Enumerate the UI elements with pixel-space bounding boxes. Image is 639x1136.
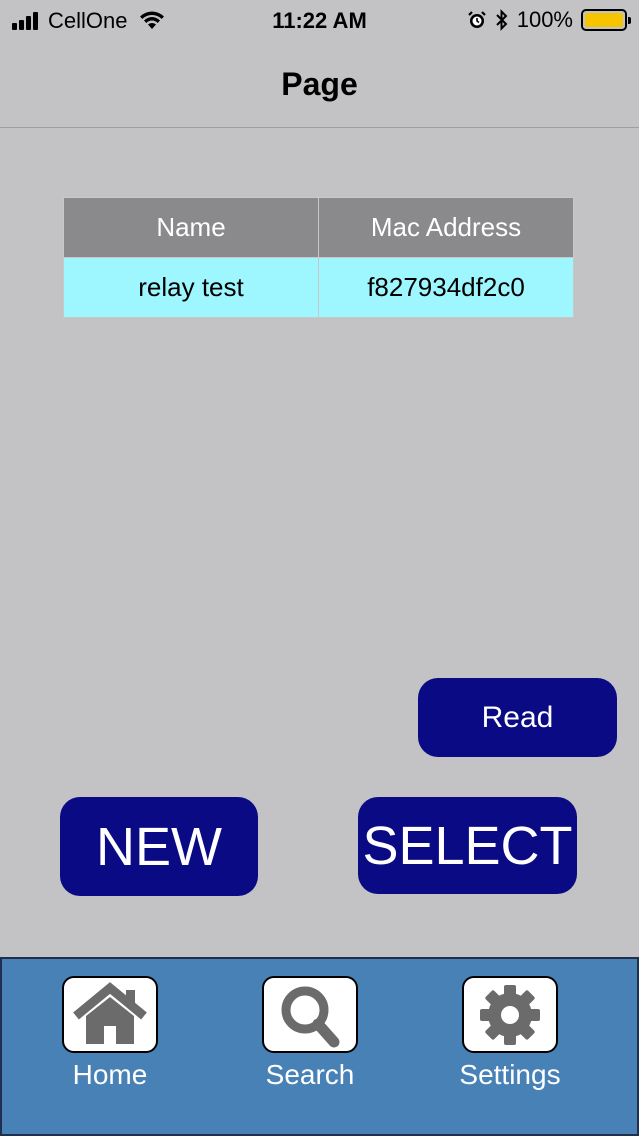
- device-table: Name Mac Address relay test f827934df2c0: [63, 197, 574, 318]
- mac-address-cell[interactable]: f827934df2c0: [318, 257, 574, 318]
- tab-label-home: Home: [72, 1059, 148, 1090]
- tab-label-search: Search: [265, 1059, 355, 1090]
- status-bar: CellOne 11:22 AM 100%: [0, 0, 639, 40]
- read-button[interactable]: Read: [418, 678, 617, 757]
- navigation-bar: Page: [0, 40, 639, 128]
- tab-home[interactable]: Home: [30, 976, 190, 1091]
- column-header-mac-address: Mac Address: [318, 197, 574, 258]
- tab-label-settings: Settings: [459, 1059, 561, 1090]
- battery-icon: [581, 9, 631, 31]
- battery-fill: [585, 13, 623, 27]
- select-button[interactable]: SELECT: [358, 797, 577, 894]
- bluetooth-icon: [496, 9, 508, 31]
- new-button[interactable]: NEW: [60, 797, 258, 896]
- tab-settings[interactable]: Settings: [430, 976, 590, 1091]
- gear-icon[interactable]: [462, 976, 558, 1053]
- alarm-clock-icon: [467, 11, 486, 28]
- battery-percent: 100%: [516, 7, 573, 32]
- page-title: Page: [281, 66, 358, 102]
- column-header-name: Name: [63, 197, 319, 258]
- table-header-row: Name Mac Address: [63, 197, 574, 258]
- device-name-cell[interactable]: relay test: [63, 257, 319, 318]
- house-icon[interactable]: [62, 976, 158, 1053]
- magnifier-icon[interactable]: [262, 976, 358, 1053]
- tab-search[interactable]: Search: [230, 976, 390, 1091]
- status-right: 100%: [467, 7, 631, 33]
- tab-bar: Home Search Settings: [0, 957, 639, 1136]
- table-row[interactable]: relay test f827934df2c0: [63, 257, 574, 318]
